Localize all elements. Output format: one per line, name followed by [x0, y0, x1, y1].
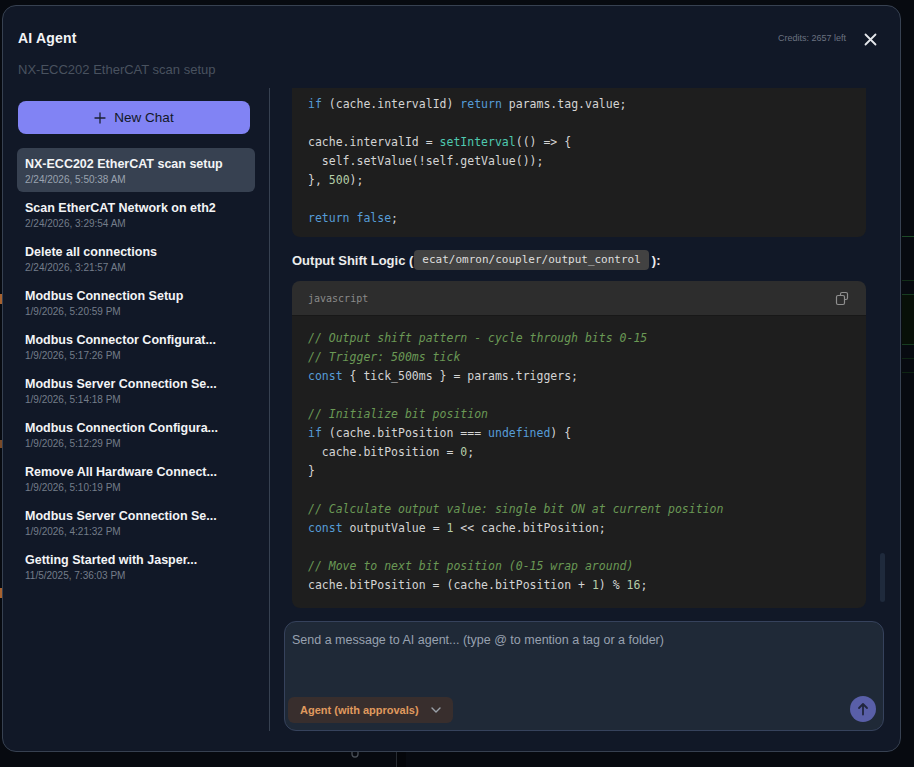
dialog-title: AI Agent	[18, 30, 77, 46]
chat-item-title: Delete all connections	[25, 245, 157, 259]
chat-history-item[interactable]: Modbus Connector Configurat... 1/9/2026, …	[17, 324, 255, 368]
chat-item-timestamp: 2/24/2026, 3:29:54 AM	[25, 218, 126, 229]
code-block-main: javascript // Output shift pattern - cyc…	[292, 281, 866, 608]
dialog-subtitle: NX-ECC202 EtherCAT scan setup	[18, 62, 216, 77]
chat-item-timestamp: 2/24/2026, 5:50:38 AM	[25, 174, 126, 185]
sidebar-divider	[269, 88, 270, 731]
app-edge-right	[902, 0, 914, 767]
chat-item-title: Modbus Connector Configurat...	[25, 333, 216, 347]
chat-history-item[interactable]: Modbus Connection Setup 1/9/2026, 5:20:59…	[17, 280, 255, 324]
chat-history-item[interactable]: NX-ECC202 EtherCAT scan setup 2/24/2026, …	[17, 148, 255, 192]
chat-item-title: Scan EtherCAT Network on eth2	[25, 201, 216, 215]
new-chat-label: New Chat	[114, 110, 173, 125]
chat-history-item[interactable]: Modbus Server Connection Se... 1/9/2026, …	[17, 500, 255, 544]
chat-item-timestamp: 1/9/2026, 5:14:18 PM	[25, 394, 121, 405]
chat-item-timestamp: 11/5/2025, 7:36:03 PM	[25, 570, 125, 581]
ai-agent-dialog: AI Agent Credits: 2657 left NX-ECC202 Et…	[2, 5, 901, 752]
chat-item-timestamp: 2/24/2026, 3:21:57 AM	[25, 262, 126, 273]
app-edge-left	[0, 0, 2, 767]
chat-item-timestamp: 1/9/2026, 5:17:26 PM	[25, 350, 121, 361]
chat-scrollbar[interactable]	[880, 553, 885, 602]
arrow-up-icon	[857, 702, 869, 716]
chat-history-item[interactable]: Remove All Hardware Connect... 1/9/2026, …	[17, 456, 255, 500]
output-shift-logic-line: Output Shift Logic (ecat/omron/coupler/o…	[292, 249, 661, 271]
chat-item-title: Modbus Connection Setup	[25, 289, 183, 303]
agent-mode-label: Agent (with approvals)	[300, 704, 419, 716]
app-edge-bottom	[0, 752, 914, 767]
agent-mode-dropdown[interactable]: Agent (with approvals)	[288, 697, 453, 723]
new-chat-button[interactable]: New Chat	[18, 101, 250, 134]
copy-code-button[interactable]	[832, 288, 852, 308]
chat-item-timestamp: 1/9/2026, 5:10:19 PM	[25, 482, 121, 493]
code-block-top: if (cache.intervalId) return params.tag.…	[292, 88, 866, 237]
chat-item-title: Modbus Connection Configura...	[25, 421, 218, 435]
credits-label: Credits: 2657 left	[778, 33, 846, 43]
chat-history-item[interactable]: Scan EtherCAT Network on eth2 2/24/2026, …	[17, 192, 255, 236]
chat-item-timestamp: 1/9/2026, 4:21:32 PM	[25, 526, 121, 537]
code-block-main-content: // Output shift pattern - cycle through …	[292, 316, 866, 608]
chevron-down-icon	[431, 707, 441, 713]
send-button[interactable]	[850, 696, 876, 722]
code-language-label: javascript	[308, 293, 368, 304]
paragraph-suffix: ):	[652, 253, 661, 268]
code-block-top-content: if (cache.intervalId) return params.tag.…	[308, 95, 850, 228]
message-composer[interactable]: Send a message to AI agent... (type @ to…	[284, 621, 884, 731]
chat-item-timestamp: 1/9/2026, 5:20:59 PM	[25, 306, 121, 317]
chat-history-item[interactable]: Getting Started with Jasper... 11/5/2025,…	[17, 544, 255, 588]
close-icon	[864, 33, 877, 46]
chat-history-item[interactable]: Delete all connections 2/24/2026, 3:21:57…	[17, 236, 255, 280]
close-button[interactable]	[858, 27, 882, 51]
chat-history-item[interactable]: Modbus Server Connection Se... 1/9/2026, …	[17, 368, 255, 412]
chat-history-item[interactable]: Modbus Connection Configura... 1/9/2026, …	[17, 412, 255, 456]
chat-item-timestamp: 1/9/2026, 5:12:29 PM	[25, 438, 121, 449]
chat-item-title: Modbus Server Connection Se...	[25, 377, 217, 391]
chat-item-title: Remove All Hardware Connect...	[25, 465, 217, 479]
app-bottom-glyph	[350, 752, 362, 758]
chat-item-title: NX-ECC202 EtherCAT scan setup	[25, 157, 223, 171]
copy-icon	[835, 291, 849, 306]
inline-code-chip: ecat/omron/coupler/output_control	[414, 250, 649, 270]
chat-item-title: Modbus Server Connection Se...	[25, 509, 217, 523]
message-input-placeholder: Send a message to AI agent... (type @ to…	[292, 633, 664, 647]
paragraph-prefix: Output Shift Logic (	[292, 253, 413, 268]
chat-item-title: Getting Started with Jasper...	[25, 553, 197, 567]
plus-icon	[94, 112, 106, 124]
